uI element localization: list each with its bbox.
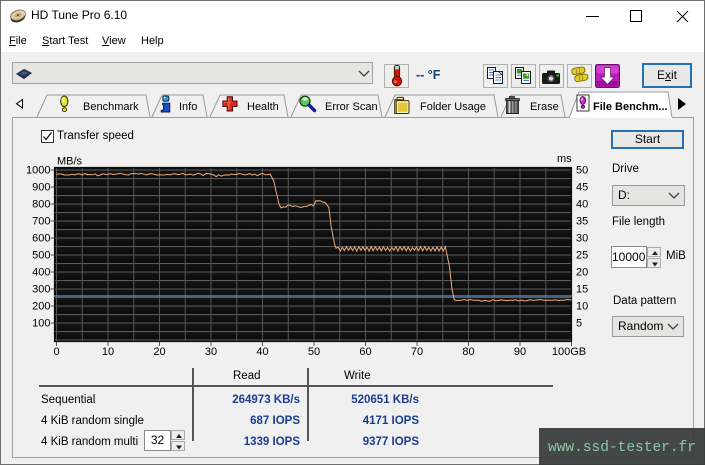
svg-text:Erase: Erase: [530, 101, 559, 113]
svg-text:File Benchm...: File Benchm...: [593, 101, 668, 113]
svg-text:200: 200: [32, 301, 50, 313]
svg-text:500: 500: [32, 250, 50, 262]
svg-text:0: 0: [53, 346, 59, 358]
svg-text:90: 90: [514, 346, 526, 358]
svg-text:30: 30: [205, 346, 217, 358]
svg-text:20: 20: [153, 346, 165, 358]
svg-text:Info: Info: [179, 101, 197, 113]
svg-text:700: 700: [32, 216, 50, 228]
svg-text:Health: Health: [247, 101, 279, 113]
svg-text:ms: ms: [557, 153, 572, 165]
svg-text:MB/s: MB/s: [57, 156, 83, 168]
svg-text:10: 10: [576, 301, 588, 313]
svg-text:80: 80: [462, 346, 474, 358]
svg-text:40: 40: [576, 199, 588, 211]
svg-text:60: 60: [359, 346, 371, 358]
svg-text:50: 50: [308, 346, 320, 358]
svg-text:15: 15: [576, 284, 588, 296]
svg-text:100GB: 100GB: [552, 346, 586, 358]
svg-text:1000: 1000: [26, 165, 50, 177]
svg-text:20: 20: [576, 267, 588, 279]
svg-text:600: 600: [32, 233, 50, 245]
svg-text:25: 25: [576, 250, 588, 262]
svg-text:Benchmark: Benchmark: [83, 101, 139, 113]
svg-text:70: 70: [411, 346, 423, 358]
svg-text:40: 40: [256, 346, 268, 358]
svg-text:30: 30: [576, 233, 588, 245]
svg-text:10: 10: [102, 346, 114, 358]
svg-text:400: 400: [32, 267, 50, 279]
svg-text:Folder Usage: Folder Usage: [420, 101, 486, 113]
svg-text:800: 800: [32, 199, 50, 211]
svg-text:100: 100: [32, 318, 50, 330]
svg-text:50: 50: [576, 165, 588, 177]
svg-text:45: 45: [576, 182, 588, 194]
svg-text:900: 900: [32, 182, 50, 194]
svg-text:35: 35: [576, 216, 588, 228]
svg-text:Error Scan: Error Scan: [325, 101, 378, 113]
svg-text:5: 5: [576, 318, 582, 330]
svg-text:300: 300: [32, 284, 50, 296]
